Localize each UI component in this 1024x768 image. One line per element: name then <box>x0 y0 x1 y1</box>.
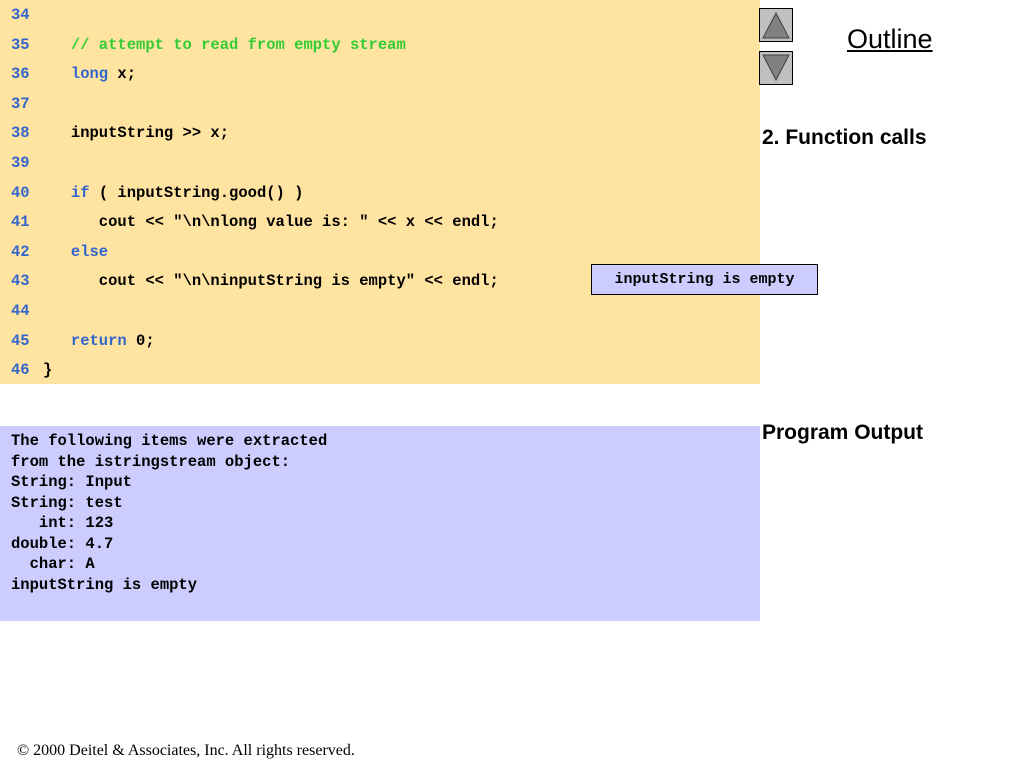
code-text: cout << "\n\ninputString is empty" << en… <box>43 270 499 292</box>
code-token: } <box>43 361 53 380</box>
output-line: char: A <box>11 555 95 573</box>
code-token: 0; <box>126 331 155 350</box>
output-line: double: 4.7 <box>11 534 114 553</box>
code-text: // attempt to read from empty stream <box>43 34 406 56</box>
code-line: 35 // attempt to read from empty stream <box>0 34 760 56</box>
next-slide-button[interactable] <box>759 51 793 85</box>
output-line: inputString is empty <box>11 575 198 594</box>
code-text: inputString >> x; <box>43 122 229 144</box>
line-number: 39 <box>11 154 30 172</box>
output-line: int: 123 <box>11 514 114 532</box>
code-text: return 0; <box>43 330 155 352</box>
line-number: 42 <box>11 242 30 261</box>
callout-box: inputString is empty <box>591 264 818 295</box>
line-number: 34 <box>11 6 30 24</box>
code-line: 37 <box>0 93 760 115</box>
line-number: 43 <box>11 272 30 291</box>
code-line: 45 return 0; <box>0 330 760 352</box>
code-token: inputString >> x; <box>43 124 230 143</box>
code-text: long x; <box>43 63 136 85</box>
code-line: 44 <box>0 300 760 322</box>
code-keyword: else <box>70 242 109 261</box>
output-line: String: Input <box>11 473 132 491</box>
code-text: if ( inputString.good() ) <box>43 182 304 204</box>
program-output-panel: The following items were extracted from t… <box>0 426 760 621</box>
line-number: 40 <box>11 183 30 202</box>
down-triangle-icon <box>762 54 790 82</box>
program-output-label: Program Output <box>762 421 923 444</box>
function-calls-label: 2. Function calls <box>762 126 927 149</box>
line-number: 44 <box>11 302 30 320</box>
outline-link[interactable]: Outline <box>847 24 933 55</box>
code-token: cout << "\n\nlong value is: " << x << en… <box>43 213 499 232</box>
code-text: } <box>43 359 52 381</box>
output-line: from the istringstream object: <box>11 452 291 471</box>
code-token: x; <box>108 65 137 84</box>
line-number: 41 <box>11 213 30 232</box>
code-comment: // attempt to read from empty stream <box>70 35 406 54</box>
code-line: 39 <box>0 152 760 174</box>
code-text: cout << "\n\nlong value is: " << x << en… <box>43 211 499 233</box>
line-number: 35 <box>11 35 30 54</box>
code-line: 40 if ( inputString.good() ) <box>0 182 760 204</box>
code-keyword: if <box>70 183 90 202</box>
line-number: 37 <box>11 94 30 113</box>
output-line: The following items were extracted <box>11 432 328 450</box>
code-panel: 34 35 // attempt to read from empty strea… <box>0 0 760 384</box>
line-number: 46 <box>11 361 30 380</box>
code-text: else <box>43 241 108 263</box>
code-line: 34 <box>0 4 760 26</box>
code-line: 46} <box>0 359 760 381</box>
code-line: 41 cout << "\n\nlong value is: " << x <<… <box>0 211 760 233</box>
line-number: 45 <box>11 331 30 350</box>
copyright-footer: © 2000 Deitel & Associates, Inc. All rig… <box>17 742 355 759</box>
code-line: 42 else <box>0 241 760 263</box>
up-triangle-icon <box>762 11 790 39</box>
output-line: String: test <box>11 493 123 512</box>
line-number: 36 <box>11 65 30 84</box>
code-token: ( inputString.good() ) <box>89 183 304 202</box>
code-line: 36 long x; <box>0 63 760 85</box>
line-number: 38 <box>11 124 30 143</box>
code-keyword: long <box>70 65 109 84</box>
code-line: 38 inputString >> x; <box>0 122 760 144</box>
code-keyword: return <box>70 331 127 350</box>
previous-slide-button[interactable] <box>759 8 793 42</box>
code-token: cout << "\n\ninputString is empty" << en… <box>43 272 499 291</box>
